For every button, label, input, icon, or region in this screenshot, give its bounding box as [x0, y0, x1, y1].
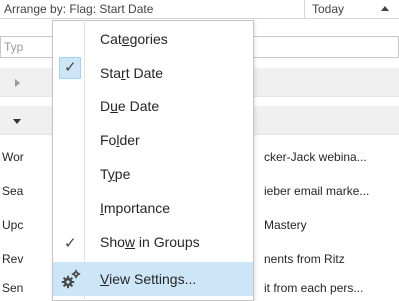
menu-item-start-date-label: Start Date	[100, 65, 164, 81]
view-settings-gear-icon	[61, 269, 81, 289]
list-item-2-right[interactable]: ieber email marke...	[264, 184, 369, 198]
list-item-3-right[interactable]: Mastery	[264, 218, 307, 232]
today-label[interactable]: Today	[312, 2, 344, 16]
menu-item-show-in-groups-label: Show in Groups	[100, 234, 200, 250]
menu-item-categories-label: Categories	[100, 31, 168, 47]
list-item-4-left[interactable]: Rev	[2, 252, 23, 266]
collapse-triangle-icon[interactable]	[13, 119, 21, 124]
arrange-by-label[interactable]: Arrange by: Flag: Start Date	[4, 2, 153, 16]
list-item-4-right[interactable]: nents from Ritz	[264, 252, 345, 266]
list-item-5-left[interactable]: Sen	[2, 281, 23, 295]
expand-triangle-icon[interactable]	[15, 79, 20, 87]
list-item-2-left[interactable]: Sea	[2, 184, 23, 198]
menu-item-view-settings-label: View Settings...	[100, 271, 197, 287]
list-item-1-left[interactable]: Wor	[2, 150, 24, 164]
menu-item-importance-label: Importance	[100, 200, 171, 216]
search-placeholder: Typ	[4, 40, 24, 54]
sort-ascending-icon[interactable]	[381, 6, 389, 11]
list-item-1-right[interactable]: cker-Jack webina...	[264, 150, 367, 164]
menu-item-folder[interactable]	[53, 124, 253, 158]
menu-item-type[interactable]	[53, 158, 253, 192]
list-item-5-right[interactable]: it from each pers...	[264, 281, 363, 295]
menu-item-type-label: Type	[100, 166, 131, 182]
list-item-3-left[interactable]: Upc	[2, 218, 23, 232]
menu-item-folder-label: Folder	[100, 132, 140, 148]
menu-item-due-date-label: Due Date	[100, 98, 160, 114]
